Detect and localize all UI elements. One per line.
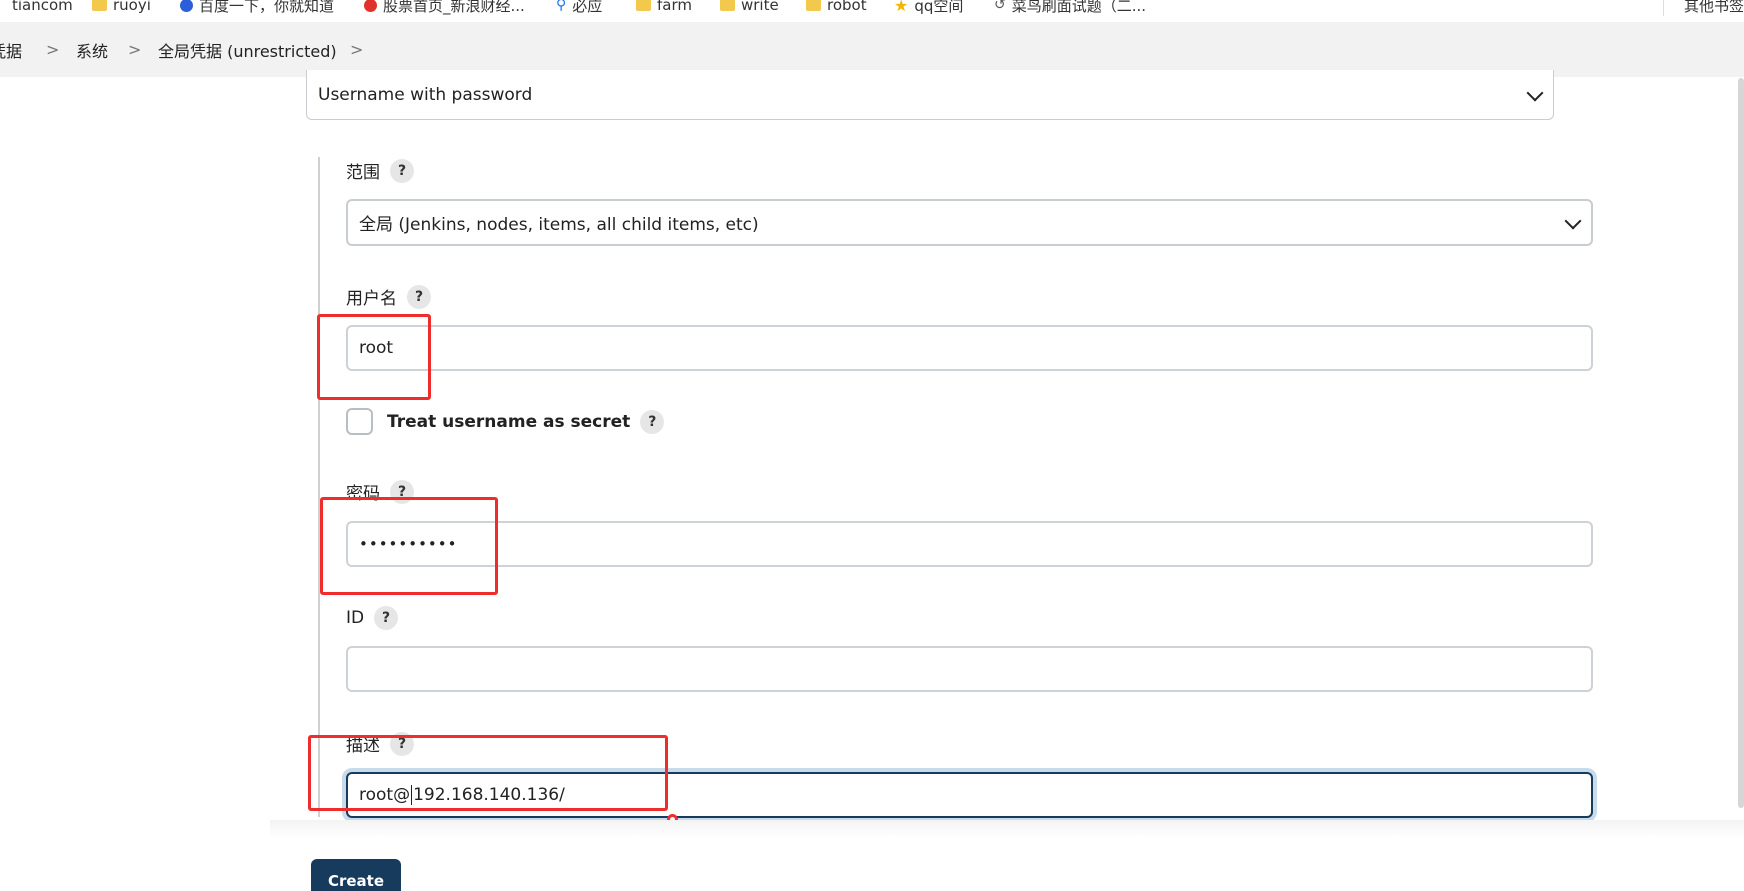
id-label-text: ID — [346, 608, 365, 628]
bookmark-label: 必应 — [572, 0, 603, 15]
bookmark-item[interactable]: tiancom — [12, 0, 73, 16]
username-field[interactable]: root — [346, 325, 1593, 371]
bookmark-label: ruoyi — [113, 0, 151, 14]
password-field[interactable]: •••••••••• — [346, 521, 1593, 567]
folder-icon — [720, 0, 735, 11]
breadcrumb-label: 系统 — [76, 41, 109, 61]
bookmark-label: 百度一下，你就知道 — [199, 0, 335, 15]
bookmark-item[interactable]: write — [720, 0, 779, 16]
bing-icon: ⚲ — [556, 0, 567, 13]
chevron-down-icon — [1564, 212, 1582, 229]
scope-select[interactable]: 全局 (Jenkins, nodes, items, all child ite… — [346, 199, 1593, 246]
bookmark-item[interactable]: farm — [636, 0, 692, 16]
link-icon: ↺ — [994, 0, 1006, 13]
bookmark-item[interactable]: robot — [806, 0, 867, 16]
folder-icon — [806, 0, 821, 11]
bookmark-item[interactable]: ruoyi — [92, 0, 151, 16]
other-bookmarks[interactable]: 其他书签 — [1662, 0, 1744, 16]
baidu-paw-icon — [180, 0, 193, 12]
bookmark-label: qq空间 — [914, 0, 964, 15]
kind-select-value: Username with password — [318, 84, 533, 105]
bookmark-item[interactable]: ↺ 菜鸟刷面试题（二... — [994, 0, 1146, 16]
bookmark-label: tiancom — [12, 0, 73, 14]
treat-username-secret-label: Treat username as secret ? — [387, 408, 665, 436]
folder-icon — [92, 0, 107, 11]
username-label-text: 用户名 — [346, 289, 397, 309]
bookmark-label: 菜鸟刷面试题（二... — [1011, 0, 1147, 15]
weibo-icon — [364, 0, 377, 12]
breadcrumb-label: 凭据 — [0, 41, 23, 61]
other-bookmarks-label: 其他书签 — [1683, 0, 1744, 15]
breadcrumb-item[interactable]: 全局凭据 (unrestricted) — [158, 22, 337, 77]
scope-label: 范围 ? — [346, 158, 414, 183]
chevron-right-icon[interactable]: > — [350, 22, 363, 77]
chevron-right-icon: > — [46, 40, 60, 59]
annotation-box-password — [320, 497, 498, 595]
help-icon[interactable]: ? — [640, 410, 665, 434]
breadcrumb-item[interactable]: 系统 — [76, 22, 108, 77]
scope-label-text: 范围 — [346, 163, 380, 183]
bookmark-item[interactable]: 百度一下，你就知道 — [180, 0, 334, 16]
folder-icon — [636, 0, 651, 11]
star-icon: ★ — [894, 0, 909, 15]
bookmark-item[interactable]: ⚲ 必应 — [556, 0, 602, 16]
breadcrumb: 凭据 > 系统 > 全局凭据 (unrestricted) > — [0, 22, 1744, 77]
bookmark-item[interactable]: 股票首页_新浪财经... — [364, 0, 525, 16]
bookmark-label: farm — [657, 0, 692, 14]
bookmark-item[interactable]: ★ qq空间 — [894, 0, 963, 16]
annotation-box-description — [308, 735, 668, 811]
bottom-bar-shadow — [270, 820, 1744, 838]
kind-select[interactable]: Username with password — [306, 70, 1554, 120]
treat-username-secret-checkbox[interactable] — [346, 408, 373, 435]
scrollbar[interactable] — [1738, 78, 1744, 808]
bookmark-label: robot — [827, 0, 867, 14]
breadcrumb-item[interactable]: 凭据 — [0, 22, 22, 77]
chevron-down-icon — [1526, 84, 1544, 101]
help-icon[interactable]: ? — [374, 606, 399, 630]
bookmark-label: 股票首页_新浪财经... — [383, 0, 525, 15]
treat-username-secret-text: Treat username as secret — [387, 412, 631, 432]
section-divider — [318, 157, 320, 817]
bookmarks-bar: tiancom ruoyi 百度一下，你就知道 股票首页_新浪财经... ⚲ 必… — [0, 0, 1744, 23]
id-label: ID ? — [346, 606, 399, 630]
scope-select-value: 全局 (Jenkins, nodes, items, all child ite… — [359, 215, 759, 235]
create-button[interactable]: Create — [311, 859, 401, 891]
breadcrumb-label: 全局凭据 (unrestricted) — [158, 41, 337, 61]
id-field[interactable] — [346, 646, 1593, 692]
help-icon[interactable]: ? — [390, 158, 414, 183]
help-icon[interactable]: ? — [407, 284, 431, 309]
jenkins-credentials-page: tiancom ruoyi 百度一下，你就知道 股票首页_新浪财经... ⚲ 必… — [0, 0, 1744, 891]
username-label: 用户名 ? — [346, 284, 431, 309]
annotation-box-username — [317, 314, 431, 400]
chevron-right-icon: > — [128, 40, 142, 59]
bookmark-label: write — [741, 0, 779, 14]
